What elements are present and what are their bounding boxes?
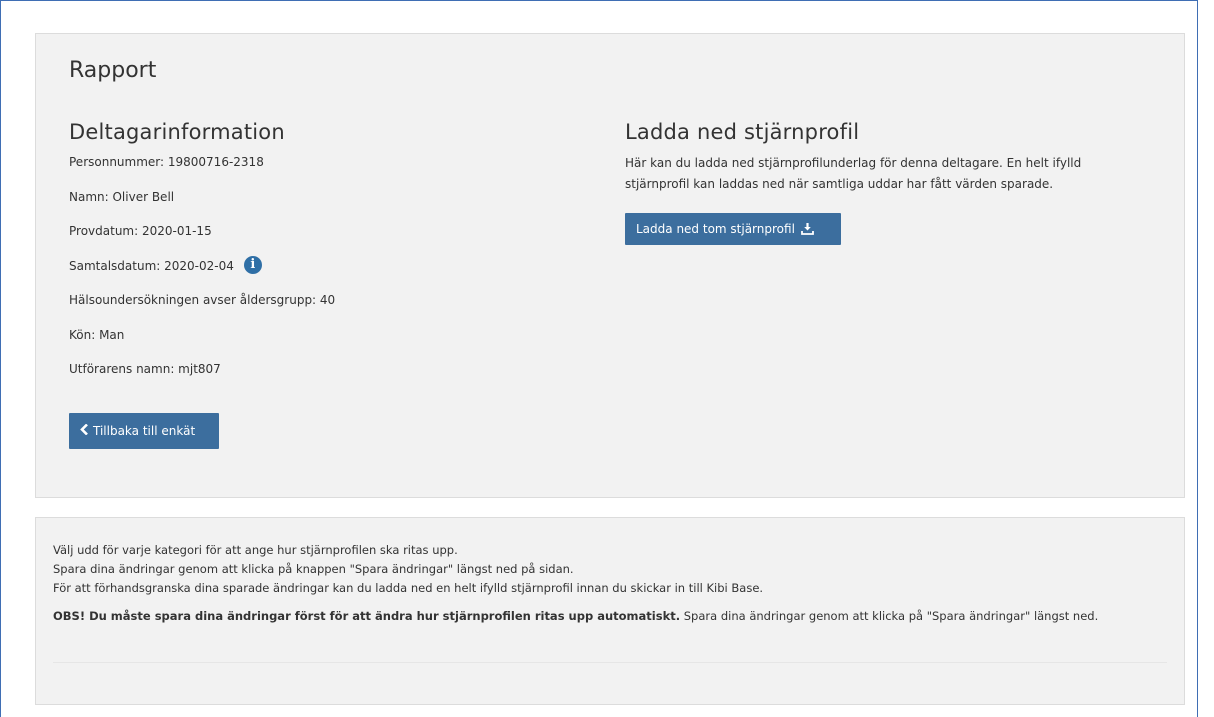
download-section: Ladda ned stjärnprofil Här kan du ladda … [625, 120, 1165, 245]
conversation-date-line: Samtalsdatum: 2020-02-04 i [69, 255, 589, 292]
instruction-line-1: Välj udd för varje kategori för att ange… [53, 543, 458, 557]
instructions-panel: Välj udd för varje kategori för att ange… [35, 517, 1185, 705]
report-panel: Rapport Deltagarinformation Personnummer… [35, 33, 1185, 498]
instruction-line-3: För att förhandsgranska dina sparade änd… [53, 581, 764, 595]
age-group-line: Hälsoundersökningen avser åldersgrupp: 4… [69, 293, 336, 307]
back-button-label: Tillbaka till enkät [93, 424, 196, 438]
download-empty-profile-button[interactable]: Ladda ned tom stjärnprofil [625, 213, 841, 245]
gender-line: Kön: Man [69, 327, 125, 342]
download-button-label: Ladda ned tom stjärnprofil [636, 222, 795, 236]
participant-info-section: Deltagarinformation Personnummer: 198007… [69, 120, 589, 395]
obs-bold-text: OBS! Du måste spara dina ändringar först… [53, 609, 681, 623]
name-line: Namn: Oliver Bell [69, 189, 175, 204]
download-title: Ladda ned stjärnprofil [625, 120, 860, 144]
download-description: Här kan du ladda ned stjärnprofilunderla… [625, 156, 1082, 191]
page-title: Rapport [69, 58, 157, 83]
participant-info-title: Deltagarinformation [69, 120, 285, 144]
instructions-text: Välj udd för varje kategori för att ange… [53, 541, 1098, 626]
info-icon[interactable]: i [243, 255, 262, 274]
download-icon [801, 223, 814, 235]
obs-rest-text: Spara dina ändringar genom att klicka på… [680, 609, 1099, 623]
test-date-line: Provdatum: 2020-01-15 [69, 224, 212, 238]
chevron-left-icon [80, 423, 89, 439]
obs-notice: OBS! Du måste spara dina ändringar först… [53, 607, 1098, 626]
back-to-survey-button[interactable]: Tillbaka till enkät [69, 413, 219, 449]
performer-name-line: Utförarens namn: mjt807 [69, 362, 221, 376]
divider [53, 662, 1167, 663]
personnummer-line: Personnummer: 19800716-2318 [69, 155, 264, 169]
instruction-line-2: Spara dina ändringar genom att klicka på… [53, 562, 574, 576]
